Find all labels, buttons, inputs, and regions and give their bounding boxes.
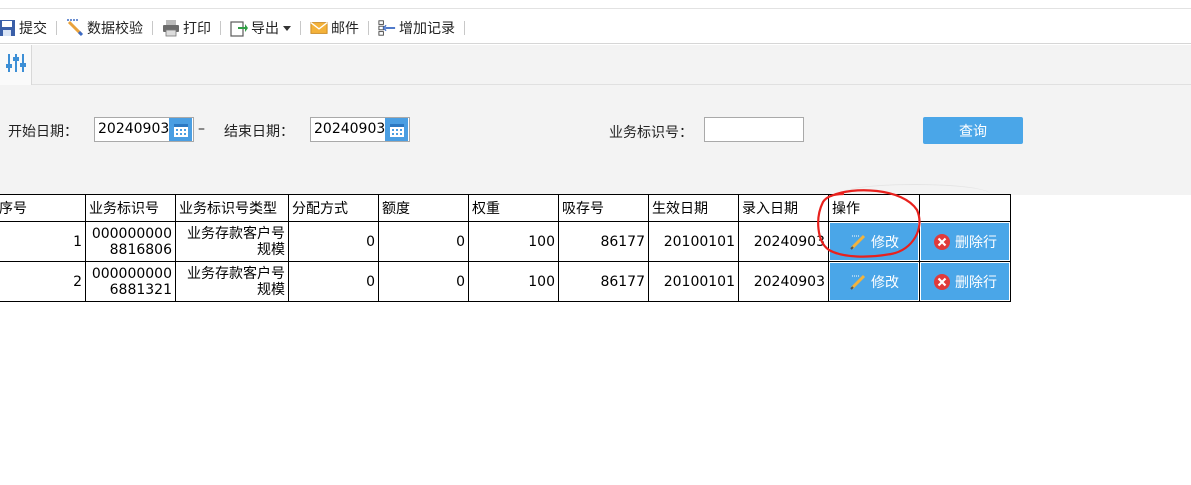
- cell-delete: 删除行: [919, 261, 1011, 302]
- cell-seq: 1: [0, 221, 86, 262]
- biz-id-input[interactable]: [704, 117, 804, 142]
- pencil-icon: [849, 233, 867, 251]
- col-header-alloc: 分配方式: [288, 194, 379, 222]
- export-icon: [230, 19, 248, 37]
- filter-bar: [0, 45, 1191, 85]
- edit-button[interactable]: 修改: [830, 263, 918, 300]
- cell-quota: 0: [378, 261, 469, 302]
- biz-id-label: 业务标识号：: [609, 125, 693, 141]
- filter-sliders-icon: [5, 52, 27, 78]
- toolbar-separator: [220, 20, 221, 35]
- cell-weight: 100: [468, 221, 559, 262]
- cell-quota: 0: [378, 221, 469, 262]
- submit-button[interactable]: 提交: [0, 14, 51, 42]
- cell-alloc: 0: [288, 261, 379, 302]
- edit-button[interactable]: 修改: [830, 223, 918, 260]
- pencil-icon: [849, 273, 867, 291]
- save-icon: [0, 19, 16, 37]
- print-label: 打印: [183, 20, 211, 37]
- export-button[interactable]: 导出: [226, 14, 295, 42]
- toolbar-separator: [464, 20, 465, 35]
- chevron-down-icon: [283, 20, 291, 36]
- cell-edit: 修改: [828, 261, 920, 302]
- delete-x-icon: [933, 233, 951, 251]
- delete-row-button[interactable]: 删除行: [921, 263, 1009, 300]
- cell-effective: 20100101: [648, 261, 739, 302]
- start-date-value[interactable]: 20240903: [95, 118, 169, 141]
- submit-label: 提交: [19, 20, 47, 37]
- cell-biz-id: 0000000006881321: [85, 261, 176, 302]
- window-top-strip: [0, 0, 1191, 9]
- query-panel: 开始日期： 20240903 – 结束日期： 20240903 业务标识号： 查…: [0, 85, 1191, 195]
- mail-icon: [310, 19, 328, 37]
- printer-icon: [162, 19, 180, 37]
- validate-button[interactable]: 数据校验: [62, 14, 147, 42]
- export-label: 导出: [251, 20, 279, 37]
- cell-biz-id: 0000000008816806: [85, 221, 176, 262]
- table-row: 1 0000000008816806 业务存款客户号规模 0 0 100 861…: [0, 221, 1011, 262]
- col-header-entry: 录入日期: [738, 194, 829, 222]
- cell-delete: 删除行: [919, 221, 1011, 262]
- cell-entry: 20240903: [738, 261, 829, 302]
- delete-label: 删除行: [955, 274, 997, 291]
- records-table: 序号 业务标识号 业务标识号类型 分配方式 额度 权重 吸存号 生效日期 录入日…: [0, 194, 1011, 302]
- end-date-field[interactable]: 20240903: [310, 117, 410, 142]
- delete-label: 删除行: [955, 234, 997, 251]
- cell-edit: 修改: [828, 221, 920, 262]
- col-header-actions-spacer: [919, 194, 1011, 222]
- col-header-actions: 操作: [828, 194, 920, 222]
- cell-deposit-no: 86177: [558, 261, 649, 302]
- col-header-weight: 权重: [468, 194, 559, 222]
- delete-row-button[interactable]: 删除行: [921, 223, 1009, 260]
- delete-x-icon: [933, 273, 951, 291]
- add-record-button[interactable]: 增加记录: [374, 14, 459, 42]
- toolbar-separator: [152, 20, 153, 35]
- edit-label: 修改: [871, 274, 899, 291]
- validate-label: 数据校验: [87, 20, 143, 37]
- col-header-quota: 额度: [378, 194, 469, 222]
- cell-biz-type: 业务存款客户号规模: [175, 221, 289, 262]
- toolbar-separator: [300, 20, 301, 35]
- cell-seq: 2: [0, 261, 86, 302]
- cell-biz-type: 业务存款客户号规模: [175, 261, 289, 302]
- toolbar-separator: [368, 20, 369, 35]
- col-header-biz-type: 业务标识号类型: [175, 194, 289, 222]
- add-record-icon: [378, 19, 396, 37]
- col-header-biz-id: 业务标识号: [85, 194, 176, 222]
- mail-label: 邮件: [331, 20, 359, 37]
- start-date-label: 开始日期：: [8, 124, 78, 140]
- calendar-icon[interactable]: [169, 118, 192, 141]
- col-header-effective: 生效日期: [648, 194, 739, 222]
- filter-tab[interactable]: [0, 45, 32, 85]
- table-header-row: 序号 业务标识号 业务标识号类型 分配方式 额度 权重 吸存号 生效日期 录入日…: [0, 194, 1011, 222]
- print-button[interactable]: 打印: [158, 14, 215, 42]
- date-range-dash: –: [198, 121, 205, 137]
- toolbar: 提交 数据校验 打印 导出 邮件 增加记录: [0, 12, 1191, 44]
- validate-icon: [66, 18, 84, 37]
- add-record-label: 增加记录: [399, 20, 455, 37]
- cell-deposit-no: 86177: [558, 221, 649, 262]
- col-header-seq: 序号: [0, 194, 86, 222]
- cell-effective: 20100101: [648, 221, 739, 262]
- end-date-label: 结束日期：: [224, 124, 294, 140]
- cell-weight: 100: [468, 261, 559, 302]
- end-date-value[interactable]: 20240903: [311, 118, 385, 141]
- calendar-icon[interactable]: [385, 118, 408, 141]
- edit-label: 修改: [871, 234, 899, 251]
- cell-alloc: 0: [288, 221, 379, 262]
- toolbar-separator: [56, 20, 57, 35]
- col-header-deposit-no: 吸存号: [558, 194, 649, 222]
- table-row: 2 0000000006881321 业务存款客户号规模 0 0 100 861…: [0, 261, 1011, 302]
- cell-entry: 20240903: [738, 221, 829, 262]
- search-button[interactable]: 查询: [923, 117, 1023, 144]
- start-date-field[interactable]: 20240903: [94, 117, 194, 142]
- mail-button[interactable]: 邮件: [306, 14, 363, 42]
